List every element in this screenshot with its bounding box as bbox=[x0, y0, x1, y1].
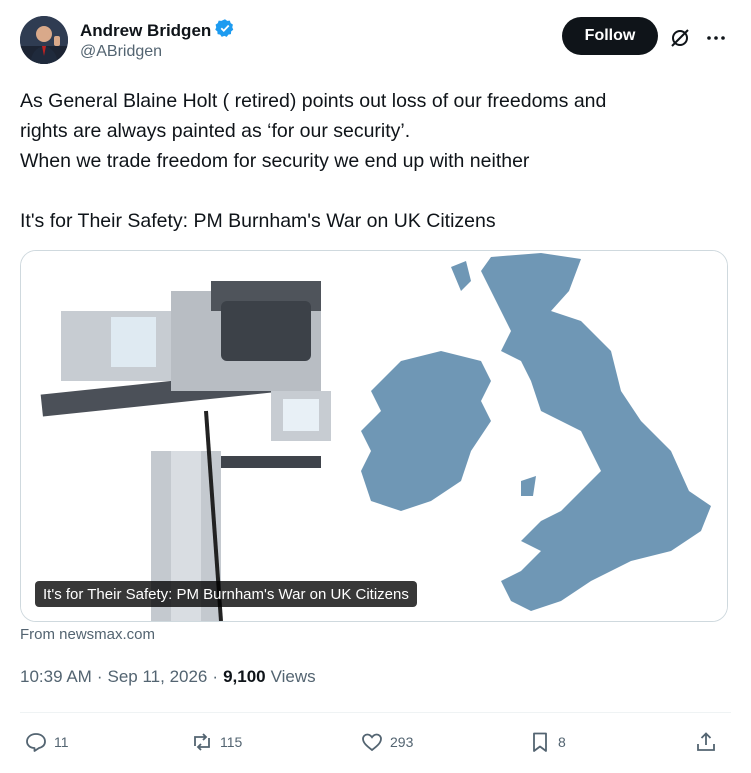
card-caption: It's for Their Safety: PM Burnham's War … bbox=[35, 581, 417, 607]
bookmark-icon bbox=[533, 732, 547, 752]
verified-badge-icon bbox=[215, 18, 235, 43]
avatar[interactable] bbox=[20, 16, 68, 64]
grok-icon[interactable] bbox=[668, 26, 692, 50]
card-source[interactable]: From newsmax.com bbox=[20, 626, 155, 643]
tweet-text: As General Blaine Holt ( retired) points… bbox=[20, 90, 607, 232]
follow-button[interactable]: Follow bbox=[562, 17, 658, 55]
more-icon[interactable] bbox=[704, 26, 728, 50]
tweet-time[interactable]: 10:39 AM bbox=[20, 667, 92, 687]
link-card[interactable]: It's for Their Safety: PM Burnham's War … bbox=[20, 250, 728, 622]
like-count: 293 bbox=[390, 734, 414, 750]
like-icon bbox=[362, 733, 382, 752]
author-handle[interactable]: @ABridgen bbox=[80, 43, 162, 61]
repost-count: 115 bbox=[220, 734, 243, 750]
card-image bbox=[21, 251, 727, 621]
bookmark-button[interactable]: 8 bbox=[528, 728, 566, 756]
share-button[interactable] bbox=[694, 728, 718, 756]
action-bar: 11 115 293 8 bbox=[20, 728, 731, 758]
tweet-date[interactable]: Sep 11, 2026 bbox=[108, 667, 208, 687]
tweet-header: Andrew Bridgen @ABridgen Follow bbox=[20, 16, 731, 72]
tweet-meta: 10:39 AM · Sep 11, 2026 · 9,100 Views bbox=[20, 667, 316, 687]
author-name[interactable]: Andrew Bridgen bbox=[80, 21, 211, 41]
reply-icon bbox=[26, 733, 46, 752]
meta-separator: · bbox=[212, 667, 219, 686]
reply-button[interactable]: 11 bbox=[24, 728, 69, 756]
views-label: Views bbox=[270, 667, 316, 686]
reply-count: 11 bbox=[54, 734, 69, 750]
repost-icon bbox=[194, 733, 210, 751]
repost-button[interactable]: 115 bbox=[190, 728, 242, 756]
divider bbox=[20, 712, 731, 713]
like-button[interactable]: 293 bbox=[360, 728, 413, 756]
meta-separator: · bbox=[96, 667, 103, 686]
views-count: 9,100 bbox=[223, 667, 266, 686]
bookmark-count: 8 bbox=[558, 734, 566, 750]
share-icon bbox=[697, 732, 715, 751]
